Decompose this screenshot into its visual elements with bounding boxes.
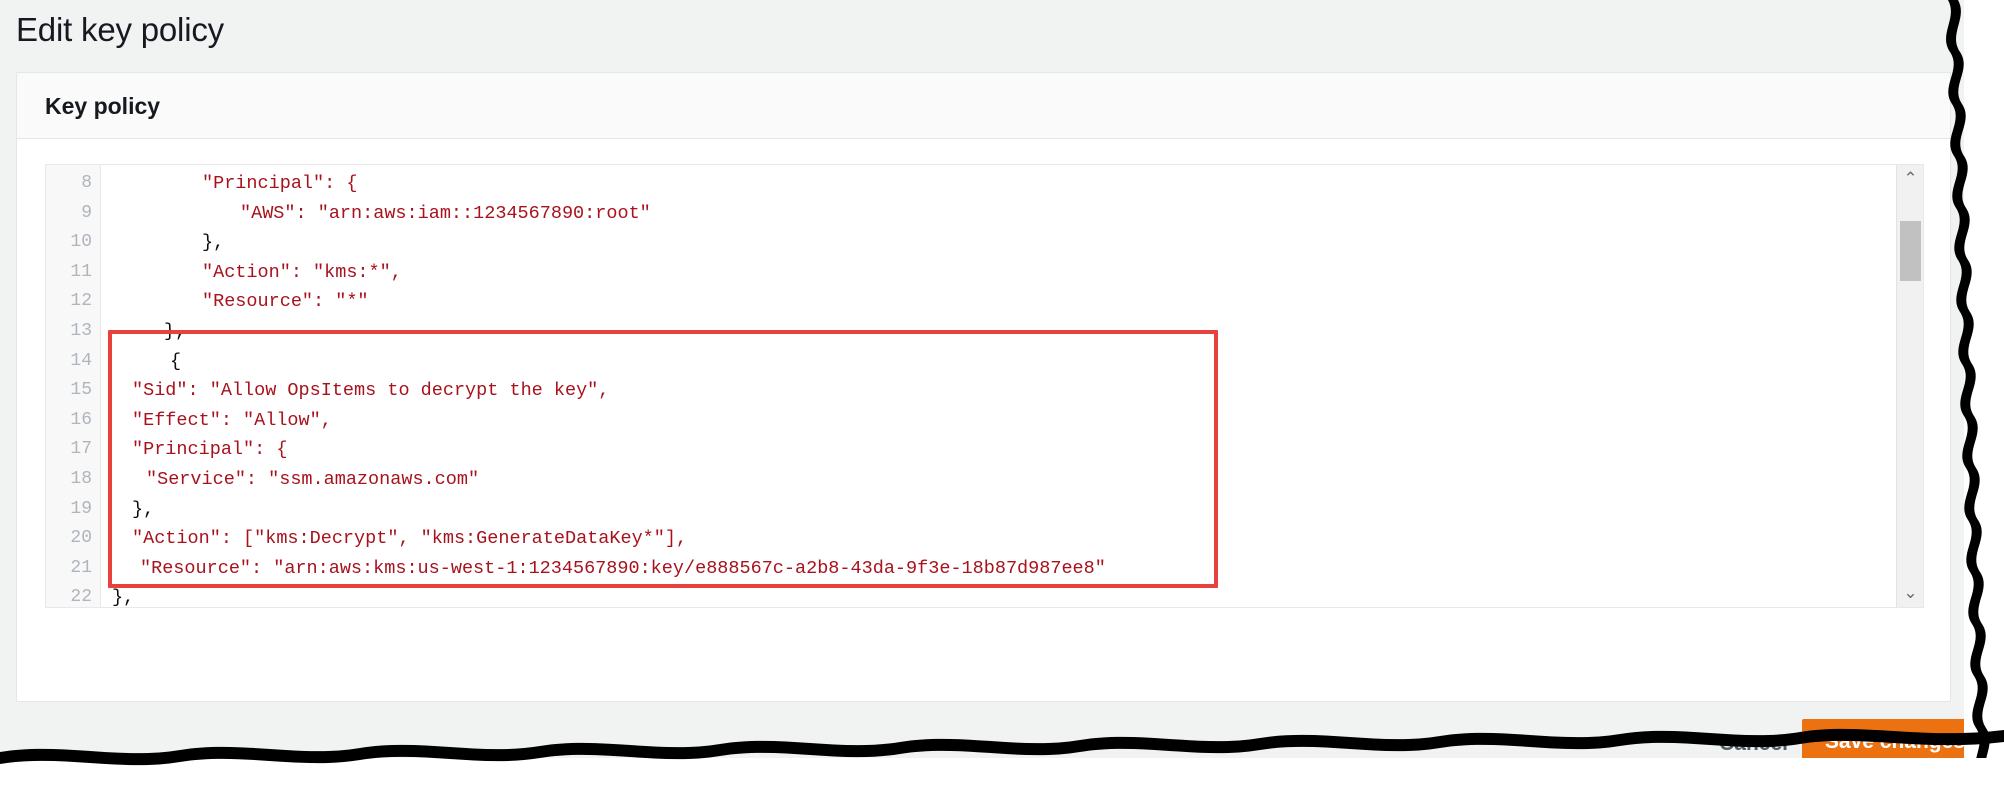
code-line[interactable]: "Effect": "Allow", bbox=[132, 406, 332, 436]
code-content-area[interactable]: "Principal": {"AWS": "arn:aws:iam::12345… bbox=[102, 165, 1895, 607]
save-changes-button[interactable]: Save changes bbox=[1801, 719, 1988, 764]
line-number: 18 bbox=[70, 469, 92, 489]
line-number: 19 bbox=[70, 498, 92, 519]
key-policy-card: Key policy 8 9 10 11 12 13 14 15 16 17 18 19 20 21 22 … bbox=[16, 72, 1951, 702]
code-line[interactable]: "Service": "ssm.amazonaws.com" bbox=[146, 465, 479, 495]
code-line[interactable]: }, bbox=[202, 228, 224, 258]
code-line[interactable]: "Resource": "*" bbox=[202, 287, 369, 317]
line-number: 10 bbox=[70, 232, 92, 253]
code-line[interactable]: }, bbox=[132, 495, 154, 525]
line-number: 16 bbox=[70, 409, 92, 430]
cancel-button[interactable]: Cancel bbox=[1705, 724, 1802, 764]
code-line[interactable]: "Action": "kms:*", bbox=[202, 258, 402, 288]
code-line[interactable]: }, bbox=[164, 317, 186, 347]
code-line[interactable]: "Action": ["kms:Decrypt", "kms:GenerateD… bbox=[132, 524, 687, 554]
line-number: 21 bbox=[70, 557, 92, 578]
line-number: 11 bbox=[70, 261, 92, 282]
card-header-title: Key policy bbox=[45, 93, 161, 119]
code-line[interactable]: "AWS": "arn:aws:iam::1234567890:root" bbox=[240, 199, 651, 229]
editor-vertical-scrollbar[interactable]: ⌃ ⌄ bbox=[1896, 165, 1923, 607]
line-number: 15 bbox=[70, 380, 92, 401]
footer-action-bar: Cancel Save changes bbox=[0, 703, 2004, 790]
scrollbar-thumb[interactable] bbox=[1900, 221, 1921, 281]
code-line[interactable]: "Principal": { bbox=[202, 169, 357, 199]
line-number: 20 bbox=[70, 528, 92, 549]
code-line[interactable]: "Principal": { bbox=[132, 435, 287, 465]
card-header: Key policy bbox=[17, 73, 1950, 139]
line-number: 8 bbox=[81, 173, 92, 193]
edit-key-policy-page: Edit key policy Key policy 8 9 10 11 12 13 14 1… bbox=[0, 0, 2004, 790]
code-line[interactable]: { bbox=[170, 347, 181, 377]
code-line[interactable]: }, bbox=[112, 583, 134, 607]
line-number: 12 bbox=[70, 291, 92, 312]
line-number: 22 bbox=[70, 587, 92, 608]
scroll-down-icon[interactable]: ⌄ bbox=[1897, 581, 1923, 605]
scroll-up-icon[interactable]: ⌃ bbox=[1897, 167, 1923, 191]
policy-code-editor[interactable]: 8 9 10 11 12 13 14 15 16 17 18 19 20 21 22 "Principal"… bbox=[45, 164, 1924, 608]
line-number-gutter: 8 9 10 11 12 13 14 15 16 17 18 19 20 21 22 bbox=[46, 165, 101, 607]
line-number: 9 bbox=[81, 202, 92, 223]
page-title: Edit key policy bbox=[16, 11, 224, 48]
code-line[interactable]: "Resource": "arn:aws:kms:us-west-1:12345… bbox=[140, 554, 1106, 584]
line-number: 14 bbox=[70, 350, 92, 371]
code-line[interactable]: "Sid": "Allow OpsItems to decrypt the ke… bbox=[132, 376, 609, 406]
line-number: 13 bbox=[70, 321, 92, 341]
line-number: 17 bbox=[70, 439, 92, 460]
